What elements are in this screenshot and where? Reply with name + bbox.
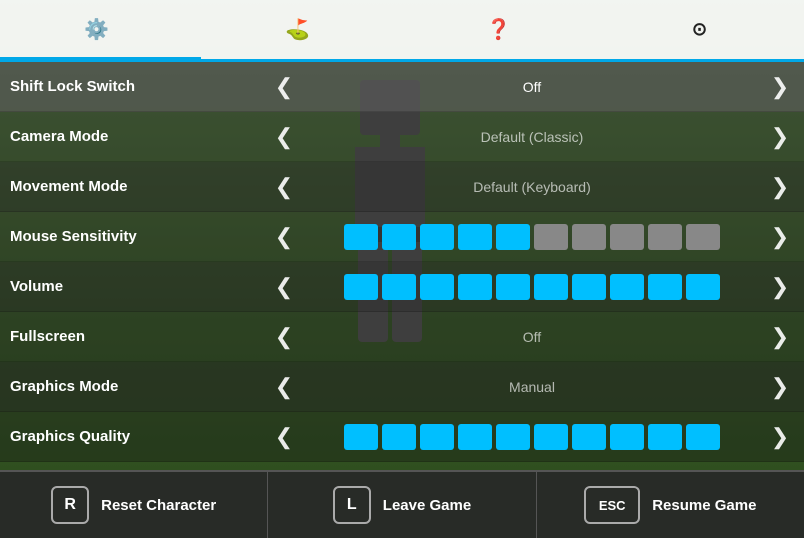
block-graphics-quality-1 bbox=[382, 424, 416, 450]
block-mouse-sensitivity-8 bbox=[648, 224, 682, 250]
arrow-right-graphics-mode[interactable]: ❯ bbox=[766, 374, 794, 400]
block-mouse-sensitivity-7 bbox=[610, 224, 644, 250]
setting-label-mouse-sensitivity: Mouse Sensitivity bbox=[10, 228, 270, 245]
setting-control-graphics-quality: ❮❯ bbox=[270, 424, 794, 450]
arrow-left-fullscreen[interactable]: ❮ bbox=[270, 324, 298, 350]
bottom-bar: R Reset Character L Leave Game ESC Resume Gam… bbox=[0, 470, 804, 538]
main-panel: ⚙️ ⛳ ❓ ⊙ Shift Lock Switch❮Off❯Camera Mo… bbox=[0, 0, 804, 538]
setting-value-camera-mode: Default (Classic) bbox=[304, 129, 760, 145]
block-volume-7 bbox=[610, 274, 644, 300]
block-mouse-sensitivity-0 bbox=[344, 224, 378, 250]
settings-area: Shift Lock Switch❮Off❯Camera Mode❮Defaul… bbox=[0, 62, 804, 470]
nav-item-help[interactable]: ❓ bbox=[402, 2, 603, 61]
slider-volume bbox=[304, 274, 760, 300]
block-volume-3 bbox=[458, 274, 492, 300]
setting-control-mouse-sensitivity: ❮❯ bbox=[270, 224, 794, 250]
arrow-right-volume[interactable]: ❯ bbox=[766, 274, 794, 300]
setting-control-volume: ❮❯ bbox=[270, 274, 794, 300]
setting-value-graphics-mode: Manual bbox=[304, 379, 760, 395]
arrow-right-movement-mode[interactable]: ❯ bbox=[766, 174, 794, 200]
nav-item-report[interactable]: ⛳ bbox=[201, 2, 402, 61]
block-volume-9 bbox=[686, 274, 720, 300]
key-badge-reset: R bbox=[51, 486, 89, 524]
block-volume-2 bbox=[420, 274, 454, 300]
bottom-btn-reset[interactable]: R Reset Character bbox=[0, 472, 268, 538]
block-graphics-quality-7 bbox=[610, 424, 644, 450]
arrow-right-camera-mode[interactable]: ❯ bbox=[766, 124, 794, 150]
arrow-right-graphics-quality[interactable]: ❯ bbox=[766, 424, 794, 450]
setting-row-volume: Volume❮❯ bbox=[0, 262, 804, 312]
setting-value-shift-lock: Off bbox=[304, 79, 760, 95]
block-graphics-quality-0 bbox=[344, 424, 378, 450]
bottom-btn-leave[interactable]: L Leave Game bbox=[268, 472, 536, 538]
block-graphics-quality-6 bbox=[572, 424, 606, 450]
setting-value-fullscreen: Off bbox=[304, 329, 760, 345]
block-graphics-quality-3 bbox=[458, 424, 492, 450]
arrow-left-mouse-sensitivity[interactable]: ❮ bbox=[270, 224, 298, 250]
block-mouse-sensitivity-6 bbox=[572, 224, 606, 250]
arrow-left-camera-mode[interactable]: ❮ bbox=[270, 124, 298, 150]
block-volume-8 bbox=[648, 274, 682, 300]
setting-label-fullscreen: Fullscreen bbox=[10, 328, 270, 345]
block-volume-6 bbox=[572, 274, 606, 300]
block-mouse-sensitivity-4 bbox=[496, 224, 530, 250]
setting-control-camera-mode: ❮ Default (Classic) ❯ bbox=[270, 124, 794, 150]
setting-control-fullscreen: ❮ Off ❯ bbox=[270, 324, 794, 350]
arrow-left-movement-mode[interactable]: ❮ bbox=[270, 174, 298, 200]
arrow-left-shift-lock[interactable]: ❮ bbox=[270, 74, 298, 100]
setting-row-graphics-mode: Graphics Mode❮ Manual ❯ bbox=[0, 362, 804, 412]
slider-graphics-quality bbox=[304, 424, 760, 450]
setting-label-camera-mode: Camera Mode bbox=[10, 128, 270, 145]
help-icon: ❓ bbox=[486, 17, 511, 42]
key-badge-resume: ESC bbox=[584, 486, 640, 524]
setting-control-graphics-mode: ❮ Manual ❯ bbox=[270, 374, 794, 400]
setting-row-camera-mode: Camera Mode❮ Default (Classic) ❯ bbox=[0, 112, 804, 162]
report-icon: ⛳ bbox=[285, 17, 310, 42]
setting-label-shift-lock: Shift Lock Switch bbox=[10, 78, 270, 95]
key-badge-leave: L bbox=[333, 486, 371, 524]
block-mouse-sensitivity-9 bbox=[686, 224, 720, 250]
arrow-left-graphics-mode[interactable]: ❮ bbox=[270, 374, 298, 400]
setting-row-graphics-quality: Graphics Quality❮❯ bbox=[0, 412, 804, 462]
setting-label-volume: Volume bbox=[10, 278, 270, 295]
block-graphics-quality-8 bbox=[648, 424, 682, 450]
block-volume-1 bbox=[382, 274, 416, 300]
bottom-btn-resume[interactable]: ESC Resume Game bbox=[537, 472, 804, 538]
setting-row-mouse-sensitivity: Mouse Sensitivity❮❯ bbox=[0, 212, 804, 262]
block-graphics-quality-9 bbox=[686, 424, 720, 450]
arrow-right-mouse-sensitivity[interactable]: ❯ bbox=[766, 224, 794, 250]
setting-control-movement-mode: ❮ Default (Keyboard) ❯ bbox=[270, 174, 794, 200]
nav-item-settings[interactable]: ⚙️ bbox=[0, 2, 201, 61]
block-graphics-quality-4 bbox=[496, 424, 530, 450]
block-mouse-sensitivity-5 bbox=[534, 224, 568, 250]
arrow-left-volume[interactable]: ❮ bbox=[270, 274, 298, 300]
btn-label-reset: Reset Character bbox=[101, 497, 216, 514]
settings-icon: ⚙️ bbox=[84, 17, 109, 42]
block-volume-4 bbox=[496, 274, 530, 300]
setting-row-fullscreen: Fullscreen❮ Off ❯ bbox=[0, 312, 804, 362]
setting-label-graphics-quality: Graphics Quality bbox=[10, 428, 270, 445]
setting-control-shift-lock: ❮ Off ❯ bbox=[270, 74, 794, 100]
setting-label-graphics-mode: Graphics Mode bbox=[10, 378, 270, 395]
block-volume-5 bbox=[534, 274, 568, 300]
setting-label-movement-mode: Movement Mode bbox=[10, 178, 270, 195]
setting-row-shift-lock: Shift Lock Switch❮ Off ❯ bbox=[0, 62, 804, 112]
block-graphics-quality-2 bbox=[420, 424, 454, 450]
setting-value-movement-mode: Default (Keyboard) bbox=[304, 179, 760, 195]
btn-label-resume: Resume Game bbox=[652, 497, 756, 514]
arrow-left-graphics-quality[interactable]: ❮ bbox=[270, 424, 298, 450]
record-icon: ⊙ bbox=[692, 19, 707, 40]
setting-row-movement-mode: Movement Mode❮ Default (Keyboard) ❯ bbox=[0, 162, 804, 212]
btn-label-leave: Leave Game bbox=[383, 497, 471, 514]
block-mouse-sensitivity-3 bbox=[458, 224, 492, 250]
block-mouse-sensitivity-2 bbox=[420, 224, 454, 250]
slider-mouse-sensitivity bbox=[304, 224, 760, 250]
arrow-right-fullscreen[interactable]: ❯ bbox=[766, 324, 794, 350]
block-graphics-quality-5 bbox=[534, 424, 568, 450]
nav-item-record[interactable]: ⊙ bbox=[603, 2, 804, 61]
top-nav: ⚙️ ⛳ ❓ ⊙ bbox=[0, 0, 804, 62]
arrow-right-shift-lock[interactable]: ❯ bbox=[766, 74, 794, 100]
block-volume-0 bbox=[344, 274, 378, 300]
block-mouse-sensitivity-1 bbox=[382, 224, 416, 250]
